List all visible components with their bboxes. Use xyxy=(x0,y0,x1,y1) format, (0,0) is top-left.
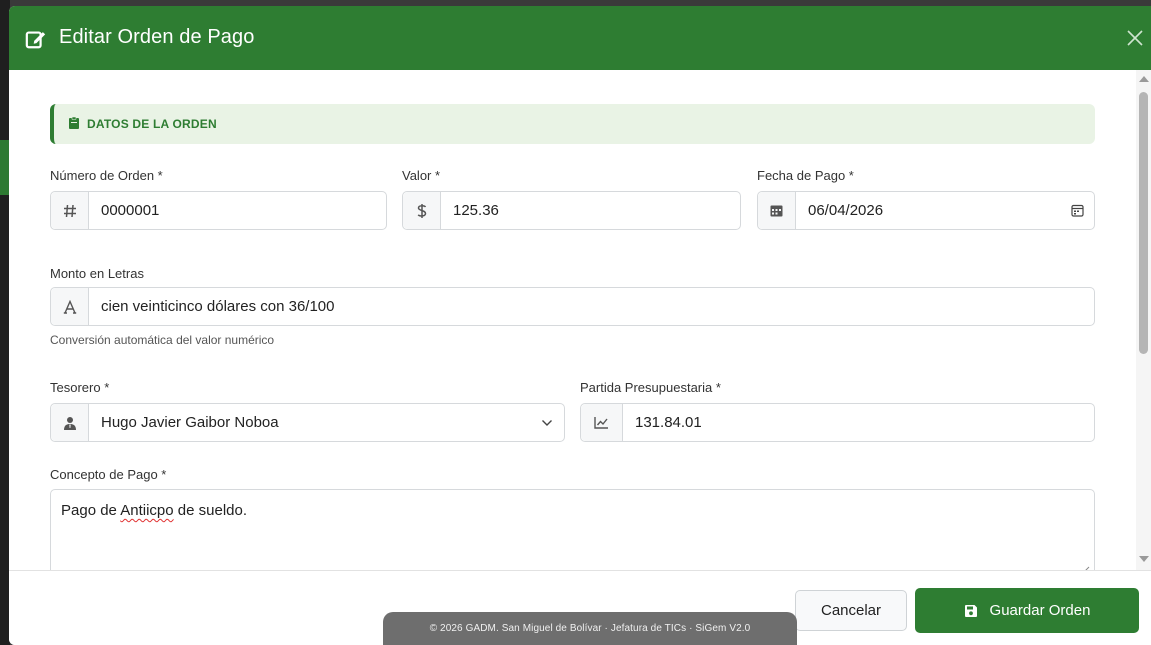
floppy-disk-icon xyxy=(964,604,977,617)
scroll-thumb[interactable] xyxy=(1139,92,1148,354)
edit-order-modal: Editar Orden de Pago DATOS DE LA ORDEN N… xyxy=(9,6,1151,645)
cancel-button[interactable]: Cancelar xyxy=(795,590,907,631)
monto-letras-field[interactable]: cien veinticinco dólares con 36/100 xyxy=(50,287,1095,326)
partida-label: Partida Presupuestaria * xyxy=(580,380,721,395)
modal-header: Editar Orden de Pago xyxy=(9,6,1151,70)
modal-body[interactable]: DATOS DE LA ORDEN Número de Orden * 0000… xyxy=(9,70,1151,570)
clipboard-icon xyxy=(69,117,79,129)
numero-orden-value[interactable]: 0000001 xyxy=(89,192,386,229)
chevron-down-icon[interactable] xyxy=(530,404,564,441)
fecha-pago-value[interactable]: 06/04/2026 xyxy=(796,192,1060,229)
tesorero-select[interactable]: Hugo Javier Gaibor Noboa xyxy=(50,403,565,442)
valor-label: Valor * xyxy=(402,168,441,183)
date-picker-icon[interactable] xyxy=(1060,192,1094,229)
concepto-text-after: de sueldo. xyxy=(173,502,247,519)
partida-value[interactable]: 131.84.01 xyxy=(623,404,1094,441)
font-icon xyxy=(51,288,89,325)
scroll-up-icon[interactable] xyxy=(1139,76,1149,82)
save-order-label: Guardar Orden xyxy=(989,602,1091,619)
partida-field[interactable]: 131.84.01 xyxy=(580,403,1095,442)
numero-orden-field[interactable]: 0000001 xyxy=(50,191,387,230)
user-tie-icon xyxy=(51,404,89,441)
fecha-pago-label: Fecha de Pago * xyxy=(757,168,854,183)
fecha-pago-field[interactable]: 06/04/2026 xyxy=(757,191,1095,230)
section-header: DATOS DE LA ORDEN xyxy=(50,104,1095,144)
calendar-icon xyxy=(758,192,796,229)
concepto-textarea[interactable]: Pago de Antiicpo de sueldo. xyxy=(50,489,1095,570)
concepto-misspelled-word: Antiicpo xyxy=(120,502,174,519)
numero-orden-label: Número de Orden * xyxy=(50,168,163,183)
section-title: DATOS DE LA ORDEN xyxy=(87,117,217,131)
tesorero-label: Tesorero * xyxy=(50,380,110,395)
concepto-text-before: Pago de xyxy=(61,502,121,519)
monto-letras-value[interactable]: cien veinticinco dólares con 36/100 xyxy=(89,288,1094,325)
edit-icon xyxy=(25,31,46,49)
valor-field[interactable]: 125.36 xyxy=(402,191,741,230)
tesorero-value[interactable]: Hugo Javier Gaibor Noboa xyxy=(89,404,530,441)
close-icon[interactable] xyxy=(1123,26,1147,50)
copyright-toast: © 2026 GADM. San Miguel de Bolívar · Jef… xyxy=(383,612,797,645)
monto-letras-help: Conversión automática del valor numérico xyxy=(50,333,275,347)
modal-title: Editar Orden de Pago xyxy=(59,26,255,48)
dollar-icon xyxy=(403,192,441,229)
concepto-label: Concepto de Pago * xyxy=(50,467,167,482)
save-order-button[interactable]: Guardar Orden xyxy=(915,588,1139,633)
scroll-down-icon[interactable] xyxy=(1139,556,1149,562)
modal-scrollbar[interactable] xyxy=(1136,70,1151,570)
hash-icon xyxy=(51,192,89,229)
chart-line-icon xyxy=(581,404,623,441)
valor-value[interactable]: 125.36 xyxy=(441,192,740,229)
monto-letras-label: Monto en Letras xyxy=(50,266,144,281)
